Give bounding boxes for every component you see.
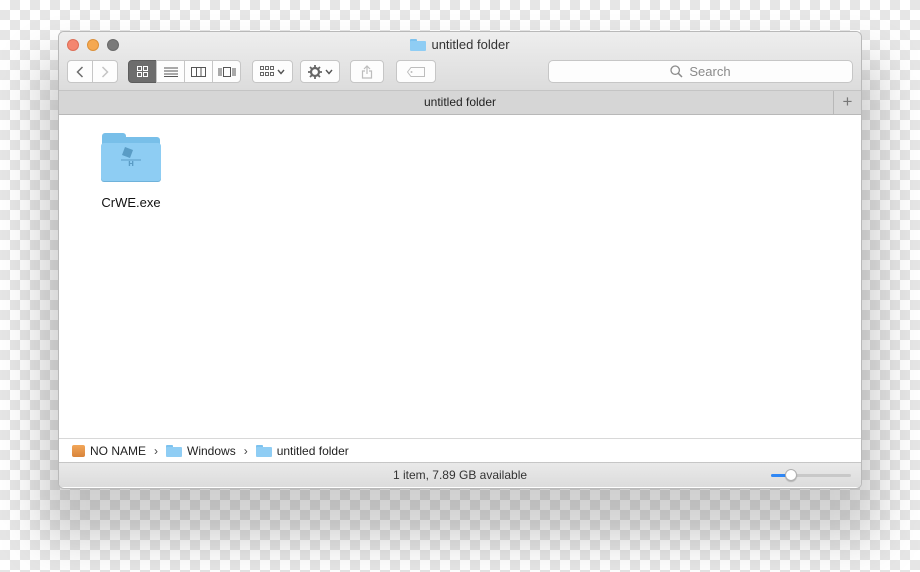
status-bar: 1 item, 7.89 GB available — [59, 462, 861, 487]
file-item[interactable]: H CrWE.exe — [89, 133, 173, 210]
chevron-right-icon: › — [243, 443, 248, 458]
tab-bar: untitled folder + — [59, 91, 861, 115]
svg-text:H: H — [128, 160, 134, 167]
path-item-label: untitled folder — [276, 443, 349, 458]
gear-icon — [307, 64, 322, 79]
finder-window: untitled folder Search untitled folder +… — [58, 31, 862, 489]
chevron-down-icon — [324, 69, 333, 75]
list-view-button[interactable] — [156, 60, 185, 83]
icon-size-slider[interactable] — [771, 469, 851, 481]
chevron-right-icon: › — [154, 443, 159, 458]
status-text: 1 item, 7.89 GB available — [392, 468, 528, 482]
app-emblem-icon: H — [118, 145, 144, 168]
columns-icon — [191, 66, 206, 77]
action-button[interactable] — [300, 60, 340, 83]
path-item-label: NO NAME — [90, 443, 147, 458]
tab-title[interactable]: untitled folder — [424, 95, 496, 109]
share-icon — [361, 64, 373, 79]
folder-icon — [255, 444, 272, 457]
arrange-button[interactable] — [252, 60, 293, 83]
grid-icon — [137, 66, 148, 77]
icon-view-button[interactable] — [128, 60, 157, 83]
chevron-left-icon — [76, 65, 84, 78]
cover-flow-view-button[interactable] — [212, 60, 241, 83]
folder-icon — [166, 444, 183, 457]
window-title: untitled folder — [59, 37, 861, 52]
chevron-right-icon — [101, 65, 109, 78]
tags-button[interactable] — [396, 60, 436, 83]
window-title-text: untitled folder — [431, 37, 510, 52]
column-view-button[interactable] — [184, 60, 213, 83]
arrange-icon — [260, 66, 274, 76]
search-field[interactable]: Search — [548, 60, 853, 83]
folder-icon: H — [101, 133, 161, 183]
path-bar: NO NAME › Windows › untitled folder — [59, 438, 861, 462]
file-name: CrWE.exe — [101, 195, 161, 210]
back-button[interactable] — [67, 60, 93, 83]
list-icon — [163, 67, 178, 77]
slider-knob[interactable] — [785, 469, 797, 481]
folder-icon — [410, 38, 427, 51]
forward-button[interactable] — [92, 60, 118, 83]
toolbar: Search — [67, 60, 853, 84]
path-item-windows[interactable]: Windows — [166, 444, 236, 458]
new-tab-button[interactable]: + — [833, 91, 861, 114]
cover-flow-icon — [218, 66, 235, 77]
chevron-down-icon — [277, 69, 285, 75]
drive-icon — [72, 444, 85, 457]
path-item-drive[interactable]: NO NAME — [72, 444, 146, 458]
path-item-label: Windows — [187, 443, 236, 458]
path-item-untitled-folder[interactable]: untitled folder — [255, 443, 349, 458]
search-placeholder: Search — [689, 64, 731, 79]
search-icon — [670, 65, 683, 78]
share-button[interactable] — [350, 60, 384, 83]
view-mode-group — [128, 60, 241, 83]
file-browser-area[interactable]: H CrWE.exe — [59, 115, 861, 438]
tag-icon — [407, 66, 425, 77]
title-bar: untitled folder Search — [59, 32, 861, 91]
